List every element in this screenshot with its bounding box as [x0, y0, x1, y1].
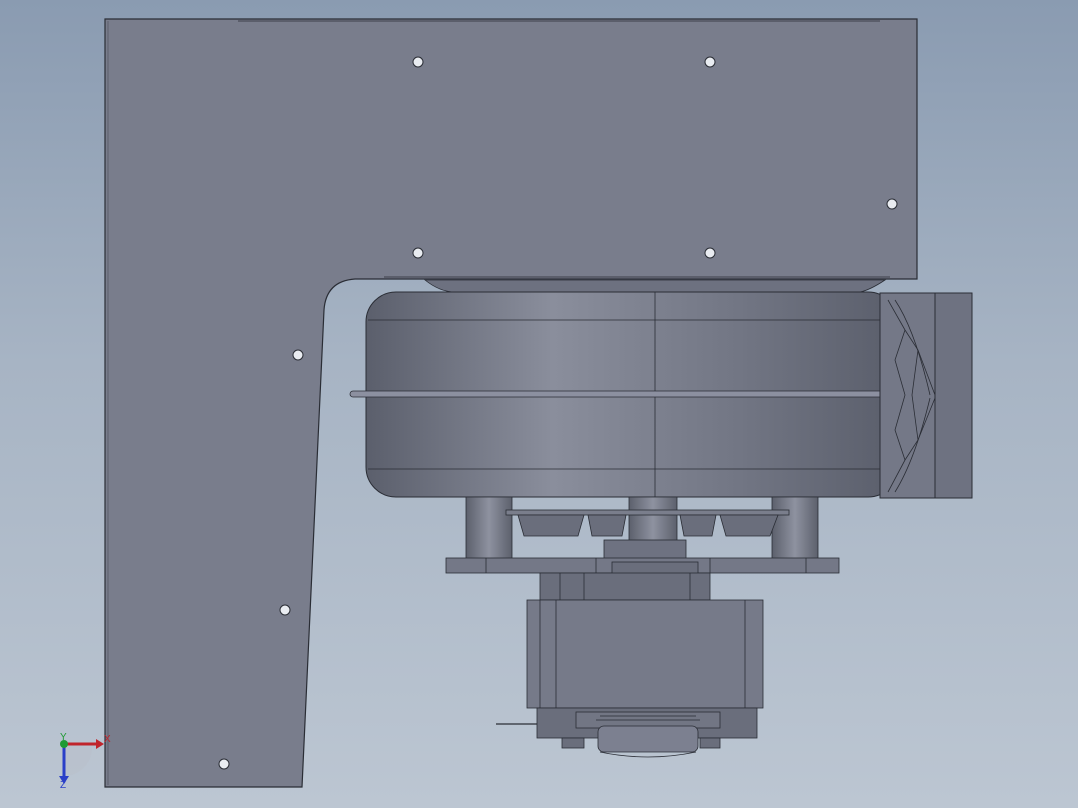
graphics-area[interactable]: X Y Z — [0, 0, 1078, 808]
mounting-hole — [218, 758, 230, 770]
mounting-hole — [279, 604, 291, 616]
mounting-hole — [412, 247, 424, 259]
outlet-duct — [879, 292, 973, 499]
coordinate-triad: X Y Z — [59, 732, 111, 791]
cad-model-view[interactable]: X Y Z — [0, 0, 1078, 808]
triad-x-label: X — [104, 734, 111, 745]
mounting-hole — [412, 56, 424, 68]
mounting-hole — [886, 198, 898, 210]
blower-housing — [349, 279, 925, 498]
triad-z-label: Z — [60, 780, 66, 791]
mounting-hole — [292, 349, 304, 361]
triad-y-label: Y — [60, 732, 67, 743]
motor-body — [496, 572, 764, 758]
mounting-hole — [704, 247, 716, 259]
mounting-hole — [704, 56, 716, 68]
